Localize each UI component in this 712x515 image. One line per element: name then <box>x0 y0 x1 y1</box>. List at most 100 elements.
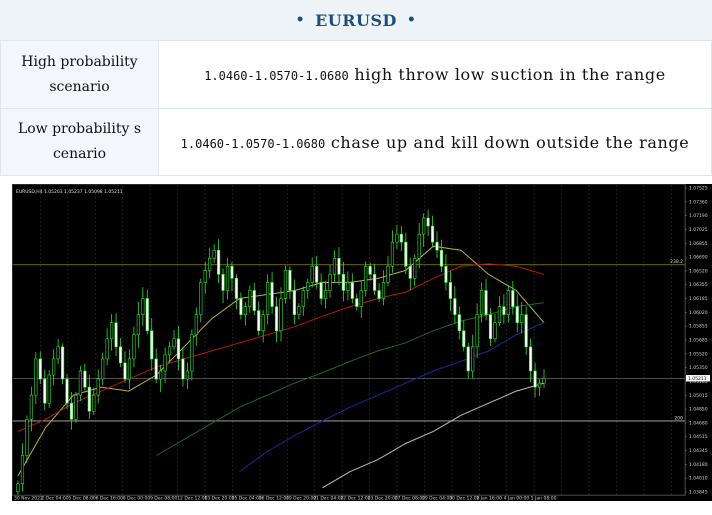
candle-body <box>252 290 256 311</box>
price-tick-label: 1.06355 <box>689 282 708 288</box>
scenario-row-high: High probability scenario 1.0460-1.0570-… <box>0 40 712 109</box>
page-header: • EURUSD • <box>0 0 712 41</box>
candle-body <box>257 310 261 332</box>
price-axis: 1.07525 1.07360 1.07190 1.07025 1.06855 1.066… <box>684 184 710 496</box>
candle-body <box>364 266 368 291</box>
time-tick-label: 30 Dec 12:00 <box>449 496 479 502</box>
candle-body <box>413 257 417 279</box>
candle-body <box>422 217 426 235</box>
time-tick-label: 2 Jan 16:00 <box>476 496 502 502</box>
price-tick-label: 1.06020 <box>689 310 708 316</box>
candle-body <box>279 298 283 332</box>
candle-body <box>203 270 207 283</box>
candle-body <box>359 290 363 307</box>
time-tick-label: 13 Dec 20:00 <box>204 496 234 502</box>
scenario-label-line2: scenario <box>49 78 110 95</box>
candle-body <box>234 278 239 299</box>
price-tick-label: 1.04010 <box>689 476 708 482</box>
candle-body <box>435 241 439 251</box>
candle-body <box>533 370 537 388</box>
candle-body <box>78 370 83 396</box>
candle-body <box>323 290 328 299</box>
level-label: 200 <box>674 415 683 421</box>
candle-body <box>190 334 194 372</box>
candle-body <box>105 338 109 360</box>
candle-body <box>524 314 528 348</box>
candle-body <box>399 233 403 243</box>
candle-body <box>426 217 430 227</box>
price-chart: EURUSD,H4 1.05203 1.05237 1.05098 1.0521… <box>12 184 712 501</box>
time-tick-label: 6 Dec 16:00 <box>96 496 124 502</box>
scenario-label-low: Low probability s cenario <box>0 108 159 176</box>
time-tick-label: 5 Dec 08:00 <box>68 496 96 502</box>
price-tick-label: 1.07525 <box>689 186 708 192</box>
time-tick-label: 5 Jan 08:00 <box>531 496 557 502</box>
candle-body <box>212 249 216 259</box>
time-tick-label: 2 Dec 04:00 <box>41 496 69 502</box>
candle-body <box>216 249 221 275</box>
time-tick-label: 23 Dec 20:00 <box>368 496 398 502</box>
candle-body <box>493 322 497 340</box>
candle-body <box>350 282 354 299</box>
candle-body <box>328 274 332 291</box>
price-tick-label: 1.04680 <box>689 420 708 426</box>
symbol-info: EURUSD,H4 1.05203 1.05237 1.05098 1.0521… <box>16 189 123 195</box>
scenario-description: chase up and kill down outside the range <box>330 132 690 152</box>
candle-body <box>502 306 506 315</box>
candle-body <box>199 282 203 315</box>
candle-body <box>306 282 310 291</box>
scenario-table: High probability scenario 1.0460-1.0570-… <box>0 40 712 176</box>
candle-body <box>520 314 524 323</box>
price-tick-label: 1.05350 <box>689 365 708 371</box>
candle-body <box>145 298 149 332</box>
candle-body <box>87 386 91 412</box>
time-tick-label: 29 Dec 04:00 <box>422 496 452 502</box>
candle-body <box>56 346 60 360</box>
candle-body <box>65 378 69 404</box>
candle-body <box>439 249 444 267</box>
price-tick-label: 1.03845 <box>689 490 708 496</box>
candle-body <box>462 330 466 348</box>
candle-body <box>274 306 279 332</box>
candle-body <box>430 225 435 243</box>
candle-body <box>52 358 56 376</box>
candle-body <box>453 298 457 315</box>
scenario-label-line1: Low probability s <box>17 121 142 137</box>
scenario-label-line2: cenario <box>52 146 107 162</box>
candle-body <box>83 370 87 388</box>
candle-body <box>386 266 390 283</box>
candle-body <box>25 419 29 456</box>
current-price-label: 1.05211 <box>688 376 707 382</box>
price-tick-label: 1.05015 <box>689 393 708 399</box>
price-tick-label: 1.07360 <box>689 199 708 205</box>
price-tick-label: 1.07025 <box>689 227 708 233</box>
price-tick-label: 1.05685 <box>689 338 708 344</box>
candle-body <box>390 241 395 267</box>
candle-body <box>16 483 20 493</box>
candle-body <box>92 394 96 412</box>
time-tick-label: 19 Dec 20:00 <box>286 496 316 502</box>
time-tick-label: 12 Dec 12:00 <box>177 496 207 502</box>
candle-body <box>475 314 479 348</box>
candle-body <box>159 370 163 380</box>
bullet-right: • <box>406 12 417 28</box>
time-tick-label: 8 Dec 00:00 <box>123 496 151 502</box>
candle-body <box>163 354 167 372</box>
candle-body <box>395 233 399 243</box>
candle-body <box>47 374 51 404</box>
candle-body <box>341 274 346 291</box>
candle-body <box>479 290 484 315</box>
candle-body <box>315 266 319 283</box>
candle-body <box>118 346 123 364</box>
bullet-left: • <box>295 12 306 28</box>
candle-body <box>511 290 515 307</box>
candle-body <box>181 358 185 380</box>
candle-body <box>337 257 341 275</box>
candle-body <box>408 266 412 279</box>
time-tick-label: 15 Dec 04:00 <box>232 496 262 502</box>
candle-body <box>243 306 247 315</box>
candle-body <box>497 306 502 323</box>
candle-body <box>34 358 38 396</box>
level-label: 238.2 <box>670 259 683 265</box>
candle-body <box>355 298 359 307</box>
